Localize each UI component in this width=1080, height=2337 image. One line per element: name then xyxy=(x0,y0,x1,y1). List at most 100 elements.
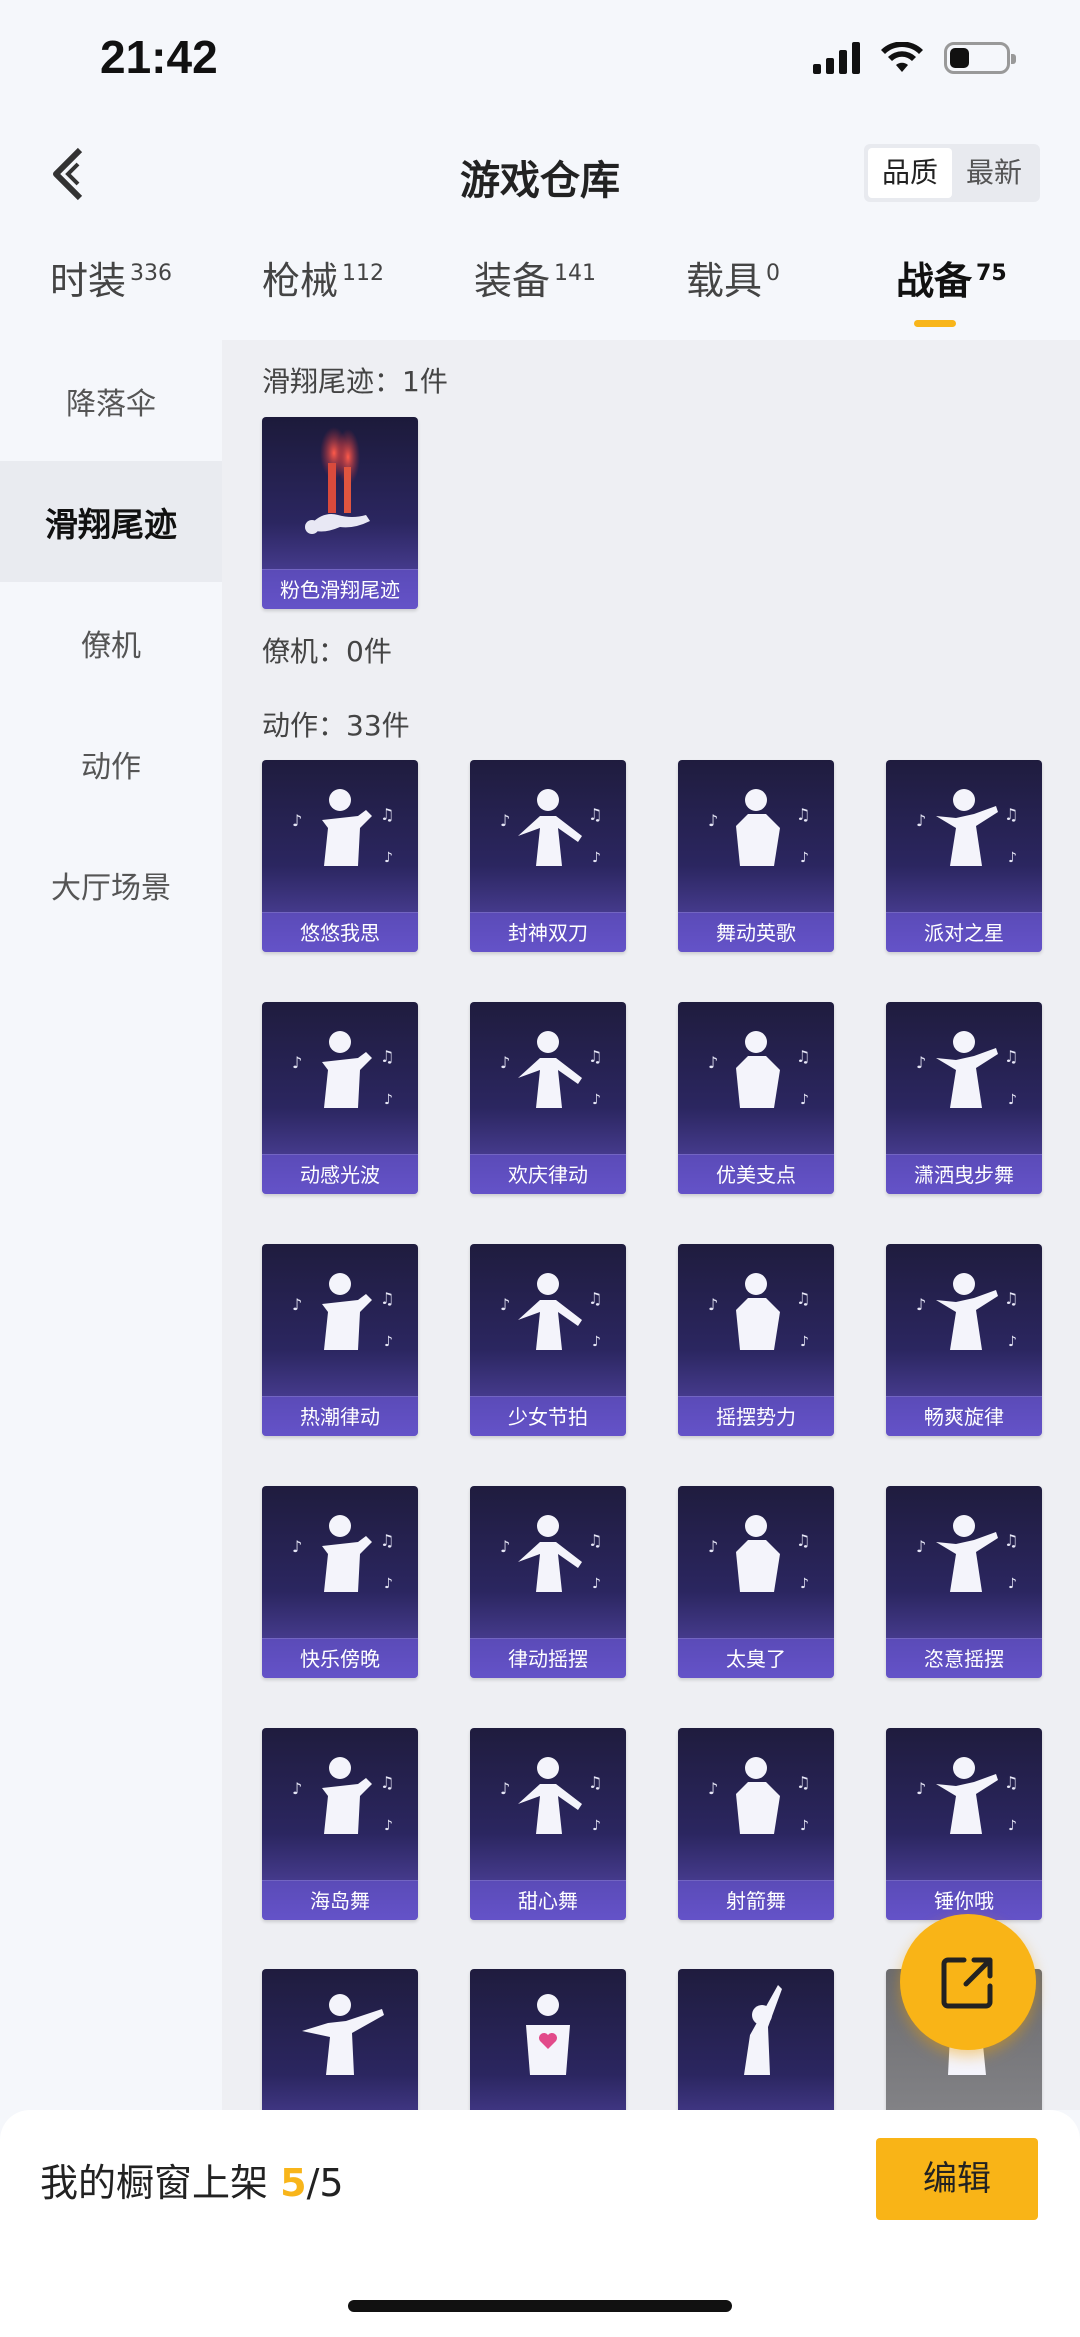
tab-equipment[interactable]: 装备 141 xyxy=(474,250,596,305)
tab-firearms[interactable]: 枪械 112 xyxy=(262,250,384,305)
music-note-icon: ♪ xyxy=(708,1295,718,1314)
tab-count: 75 xyxy=(976,261,1007,287)
tab-count: 336 xyxy=(130,261,173,287)
sidebar-item-lobby-scene[interactable]: 大厅场景 xyxy=(0,824,222,945)
item-card[interactable]: ♪ ♫ ♪ 悠悠我思 xyxy=(262,760,418,952)
dancer-figure-icon: ♪ ♫ ♪ xyxy=(708,789,810,866)
item-name: 热潮律动 xyxy=(262,1396,418,1436)
music-note-icon: ♪ xyxy=(708,811,718,830)
music-note-icon: ♫ xyxy=(1004,1047,1018,1066)
item-card[interactable]: ♪ ♫ ♪ 欢庆律动 xyxy=(470,1002,626,1194)
battery-level xyxy=(950,48,969,68)
item-card[interactable]: ♪ ♫ ♪ 海岛舞 xyxy=(262,1728,418,1920)
tab-count: 0 xyxy=(766,261,781,287)
music-note-icon: ♪ xyxy=(292,1537,302,1556)
share-button[interactable] xyxy=(900,1914,1036,2050)
music-note-icon: ♪ xyxy=(1008,1576,1017,1592)
music-note-icon: ♪ xyxy=(916,1053,926,1072)
item-card[interactable]: ♪ ♫ ♪ 热潮律动 xyxy=(262,1244,418,1436)
tab-label: 载具 xyxy=(686,259,763,303)
music-note-icon: ♪ xyxy=(384,1818,393,1834)
status-icons xyxy=(813,42,1016,74)
music-note-icon: ♪ xyxy=(384,1334,393,1350)
item-card[interactable]: ♪ ♫ ♪ 快乐傍晚 xyxy=(262,1486,418,1678)
item-name: 射箭舞 xyxy=(678,1880,834,1920)
dancer-figure-icon xyxy=(744,1985,782,2075)
dancer-figure-icon: ♪ ♫ ♪ xyxy=(500,1757,602,1834)
item-card[interactable]: ♪ ♫ ♪ 潇洒曳步舞 xyxy=(886,1002,1042,1194)
dancer-figure-icon: ♪ ♫ ♪ xyxy=(916,1515,1018,1592)
music-note-icon: ♫ xyxy=(588,1531,602,1550)
sidebar-item-emote[interactable]: 动作 xyxy=(0,703,222,824)
header: 游戏仓库 品质 最新 xyxy=(0,130,1080,220)
item-card[interactable]: ♪ ♫ ♪ 动感光波 xyxy=(262,1002,418,1194)
sidebar-item-wingman[interactable]: 僚机 xyxy=(0,582,222,703)
item-card[interactable] xyxy=(470,1969,626,2110)
sort-quality-button[interactable]: 品质 xyxy=(867,148,952,198)
item-content[interactable]: 滑翔尾迹：1件 粉色滑翔尾迹 僚机：0件 动作：33件 ♪ ♫ ♪ 悠悠我思 ♪ ♫ ♪ 封神… xyxy=(222,340,1080,2110)
item-card[interactable] xyxy=(262,1969,418,2110)
music-note-icon: ♪ xyxy=(592,1334,601,1350)
sidebar-item-parachute[interactable]: 降落伞 xyxy=(0,340,222,461)
tab-count: 112 xyxy=(342,261,385,287)
item-name: 甜心舞 xyxy=(470,1880,626,1920)
music-note-icon: ♫ xyxy=(796,1773,810,1792)
item-card[interactable] xyxy=(678,1969,834,2110)
item-name: 悠悠我思 xyxy=(262,912,418,952)
signal-icon xyxy=(813,42,860,74)
showcase-label: 我的橱窗上架 xyxy=(40,2161,269,2205)
music-note-icon: ♪ xyxy=(800,1576,809,1592)
item-card[interactable]: ♪ ♫ ♪ 少女节拍 xyxy=(470,1244,626,1436)
battery-icon xyxy=(944,42,1016,74)
status-bar: 21:42 xyxy=(0,0,1080,120)
item-card[interactable]: ♪ ♫ ♪ 恣意摇摆 xyxy=(886,1486,1042,1678)
item-card[interactable]: ♪ ♫ ♪ 畅爽旋律 xyxy=(886,1244,1042,1436)
tab-battle-gear[interactable]: 战备 75 xyxy=(896,250,1007,305)
item-card[interactable]: ♪ ♫ ♪ 律动摇摆 xyxy=(470,1486,626,1678)
music-note-icon: ♪ xyxy=(292,1295,302,1314)
item-card[interactable]: 粉色滑翔尾迹 xyxy=(262,417,418,609)
item-name: 快乐傍晚 xyxy=(262,1638,418,1678)
dancer-figure-icon: ♪ ♫ ♪ xyxy=(500,789,602,866)
dancer-figure-icon: ♪ ♫ ♪ xyxy=(708,1757,810,1834)
tab-label: 时装 xyxy=(50,259,127,303)
music-note-icon: ♪ xyxy=(708,1053,718,1072)
item-card[interactable]: ♪ ♫ ♪ 射箭舞 xyxy=(678,1728,834,1920)
tab-fashion[interactable]: 时装 336 xyxy=(50,250,172,305)
home-indicator[interactable] xyxy=(348,2300,732,2312)
dancer-figure-icon: ♪ ♫ ♪ xyxy=(916,1273,1018,1350)
music-note-icon: ♪ xyxy=(592,850,601,866)
dancer-figure-icon: ♪ ♫ ♪ xyxy=(500,1031,602,1108)
tab-vehicles[interactable]: 载具 0 xyxy=(686,250,780,305)
dancer-figure-icon: ♪ ♫ ♪ xyxy=(500,1515,602,1592)
music-note-icon: ♪ xyxy=(708,1537,718,1556)
sidebar-item-glide-trail[interactable]: 滑翔尾迹 xyxy=(0,461,222,582)
music-note-icon: ♫ xyxy=(588,1773,602,1792)
item-card[interactable]: ♪ ♫ ♪ 封神双刀 xyxy=(470,760,626,952)
music-note-icon: ♪ xyxy=(1008,850,1017,866)
item-card[interactable]: ♪ ♫ ♪ 优美支点 xyxy=(678,1002,834,1194)
item-card[interactable]: ♪ ♫ ♪ 派对之星 xyxy=(886,760,1042,952)
item-card[interactable]: ♪ ♫ ♪ 摇摆势力 xyxy=(678,1244,834,1436)
dancer-figure-icon: ♪ ♫ ♪ xyxy=(292,1515,394,1592)
dancer-figure-icon: ♪ ♫ ♪ xyxy=(292,789,394,866)
dancer-figure-icon: ♪ ♫ ♪ xyxy=(292,1757,394,1834)
music-note-icon: ♪ xyxy=(500,1779,510,1798)
item-name: 恣意摇摆 xyxy=(886,1638,1042,1678)
item-card[interactable]: ♪ ♫ ♪ 锤你哦 xyxy=(886,1728,1042,1920)
music-note-icon: ♪ xyxy=(500,1053,510,1072)
music-note-icon: ♪ xyxy=(1008,1334,1017,1350)
music-note-icon: ♪ xyxy=(592,1092,601,1108)
showcase-status: 我的橱窗上架 5/5 xyxy=(40,2152,344,2207)
music-note-icon: ♫ xyxy=(380,805,394,824)
item-card[interactable]: ♪ ♫ ♪ 舞动英歌 xyxy=(678,760,834,952)
sort-newest-button[interactable]: 最新 xyxy=(952,148,1036,198)
music-note-icon: ♪ xyxy=(592,1576,601,1592)
music-note-icon: ♫ xyxy=(588,805,602,824)
item-name: 粉色滑翔尾迹 xyxy=(262,569,418,609)
item-card[interactable]: ♪ ♫ ♪ 太臭了 xyxy=(678,1486,834,1678)
item-card[interactable]: ♪ ♫ ♪ 甜心舞 xyxy=(470,1728,626,1920)
item-name: 优美支点 xyxy=(678,1154,834,1194)
dancer-figure-icon: ♪ ♫ ♪ xyxy=(708,1515,810,1592)
edit-button[interactable]: 编辑 xyxy=(876,2138,1038,2220)
